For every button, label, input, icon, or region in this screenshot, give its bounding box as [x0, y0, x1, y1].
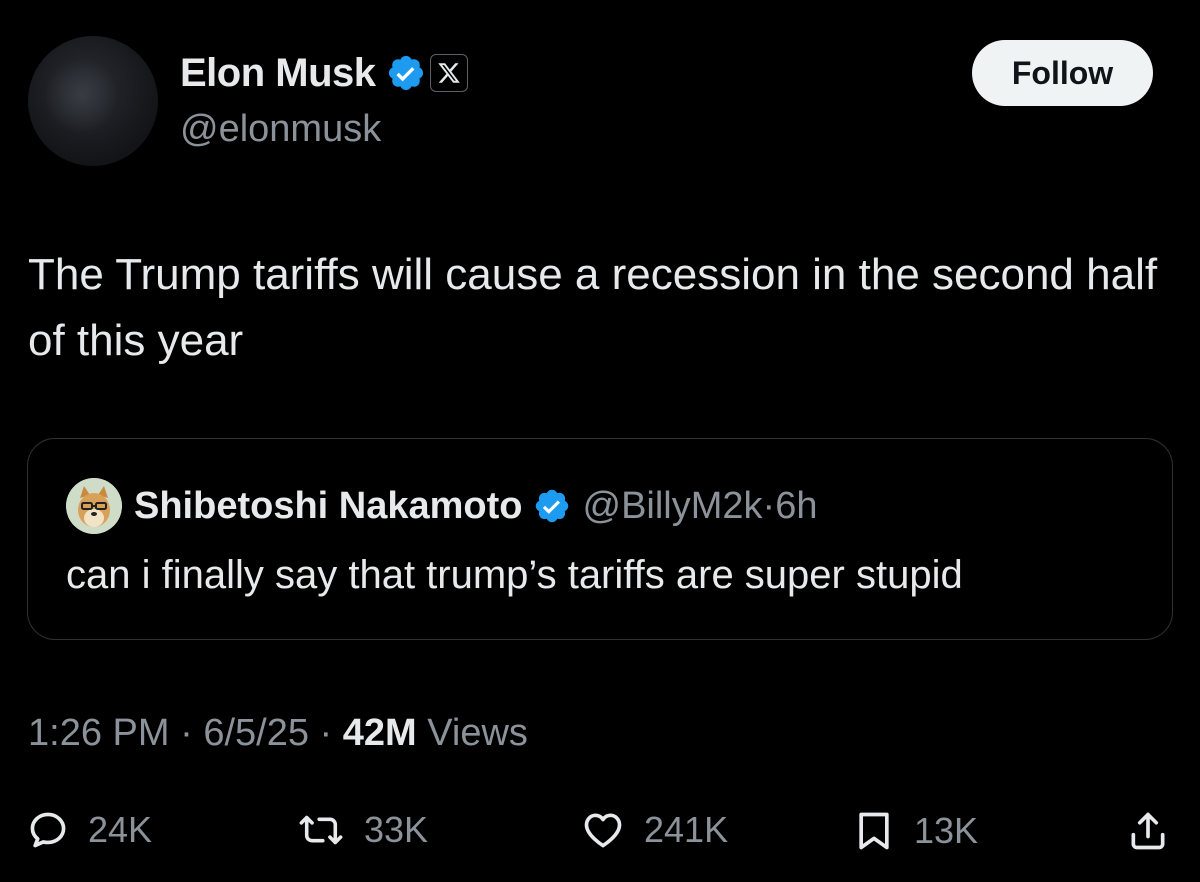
meta-separator: · — [180, 712, 193, 754]
quoted-tweet-text: can i finally say that trump’s tariffs a… — [66, 553, 963, 597]
quoted-separator: · — [762, 484, 776, 527]
bookmark-button[interactable]: 13K — [852, 808, 978, 854]
author-avatar[interactable] — [28, 36, 158, 166]
x-logo-icon[interactable] — [429, 54, 468, 92]
heart-icon — [584, 813, 622, 848]
author-handle[interactable]: @elonmusk — [180, 108, 381, 151]
views-label: Views — [427, 712, 528, 754]
quoted-author-handle: @BillyM2k·6h — [583, 485, 818, 528]
x-logo-glyph — [437, 63, 460, 83]
tweet-time[interactable]: 1:26 PM — [28, 712, 170, 754]
avatar-shading — [46, 56, 116, 136]
tweet-metadata: 1:26 PM · 6/5/25 · 42M Views — [28, 712, 528, 755]
views-count: 42M — [342, 712, 417, 754]
like-button[interactable]: 241K — [580, 808, 728, 852]
follow-button[interactable]: Follow — [972, 40, 1153, 106]
tweet-date[interactable]: 6/5/25 — [203, 712, 309, 754]
quoted-tweet-card[interactable]: Shibetoshi Nakamoto @BillyM2k·6h can i f… — [27, 438, 1173, 640]
repost-count: 33K — [364, 809, 429, 850]
bookmark-icon — [859, 812, 889, 850]
like-count: 241K — [644, 809, 729, 850]
quoted-time-ago: 6h — [775, 484, 818, 527]
reply-count: 24K — [88, 809, 153, 850]
quoted-handle-text: @BillyM2k — [582, 484, 763, 527]
quoted-tweet-header: Shibetoshi Nakamoto @BillyM2k·6h — [66, 478, 818, 534]
verified-badge-icon — [388, 55, 423, 91]
share-button[interactable] — [1126, 808, 1170, 854]
reply-button[interactable]: 24K — [26, 808, 152, 852]
repost-icon — [299, 815, 343, 845]
shiba-avatar-icon — [66, 478, 122, 534]
tweet-text: The Trump tariffs will cause a recession… — [28, 250, 1158, 365]
share-icon — [1131, 812, 1165, 850]
quoted-author-display-name[interactable]: Shibetoshi Nakamoto — [134, 485, 523, 528]
quoted-author-avatar[interactable] — [66, 478, 122, 534]
tweet-detail: Elon Musk @elonmusk Follow The Trump tar… — [0, 0, 1200, 882]
repost-button[interactable]: 33K — [296, 808, 428, 852]
bookmark-count: 13K — [914, 810, 979, 851]
verified-badge-icon — [535, 489, 568, 523]
author-name-row: Elon Musk — [180, 50, 468, 96]
reply-icon — [30, 812, 66, 848]
author-display-name[interactable]: Elon Musk — [180, 51, 376, 96]
meta-separator: · — [319, 712, 333, 754]
tweet-action-bar: 24K 33K 241K 13K — [0, 798, 1200, 868]
